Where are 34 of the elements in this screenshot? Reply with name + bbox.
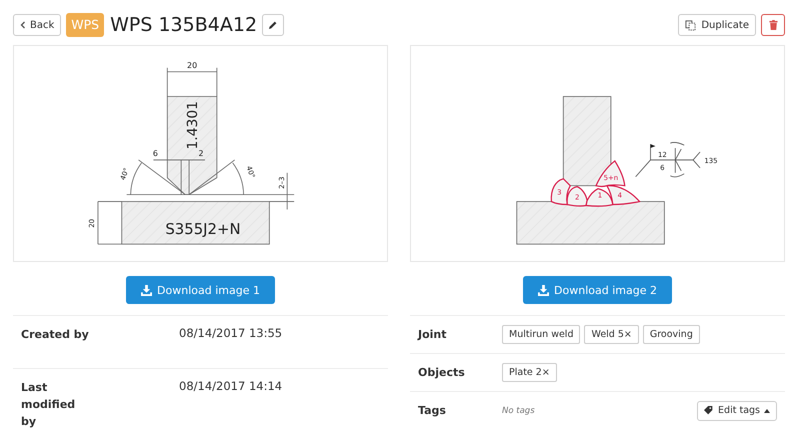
- material-label: 1.4301: [185, 101, 202, 150]
- tag-chip: Grooving: [642, 325, 700, 344]
- pencil-icon: [268, 20, 278, 30]
- field-label: Objects: [418, 366, 466, 379]
- copy-icon: [685, 20, 696, 30]
- caret-up-icon: [764, 408, 770, 412]
- tag-chip: Weld 5×: [584, 325, 639, 344]
- edit-button[interactable]: [262, 14, 284, 36]
- field-label: Created by: [21, 327, 90, 343]
- empty-text: No tags: [502, 406, 535, 416]
- dimension-label: 20: [187, 60, 198, 70]
- tag-icon: [704, 406, 714, 416]
- duplicate-button[interactable]: Duplicate: [678, 14, 756, 36]
- field-value: 08/14/2017 14:14: [179, 379, 282, 395]
- chevron-left-icon: [20, 21, 26, 29]
- tag-chip: Plate 2×: [502, 363, 557, 382]
- dimension-label: 6: [152, 148, 158, 158]
- dimension-label: 2: [198, 148, 204, 158]
- type-badge: WPS: [66, 13, 104, 37]
- download-icon: [141, 284, 152, 296]
- tag-chip: Multirun weld: [502, 325, 580, 344]
- edit-tags-button[interactable]: Edit tags: [697, 400, 777, 420]
- download-icon: [538, 284, 550, 296]
- field-label: Tags: [418, 404, 447, 417]
- field-label: Joint: [418, 328, 448, 341]
- page-title: WPS 135B4A12: [110, 14, 258, 36]
- field-label: Last modified by: [21, 380, 76, 430]
- download-button[interactable]: Download image 1: [126, 276, 275, 304]
- download-button[interactable]: Download image 2: [523, 276, 672, 304]
- field-value: 08/14/2017 13:55: [179, 326, 282, 342]
- delete-button[interactable]: [761, 14, 785, 36]
- material-label: S355J2+N: [165, 220, 241, 238]
- trash-icon: [768, 20, 778, 30]
- back-button[interactable]: Back: [13, 14, 62, 36]
